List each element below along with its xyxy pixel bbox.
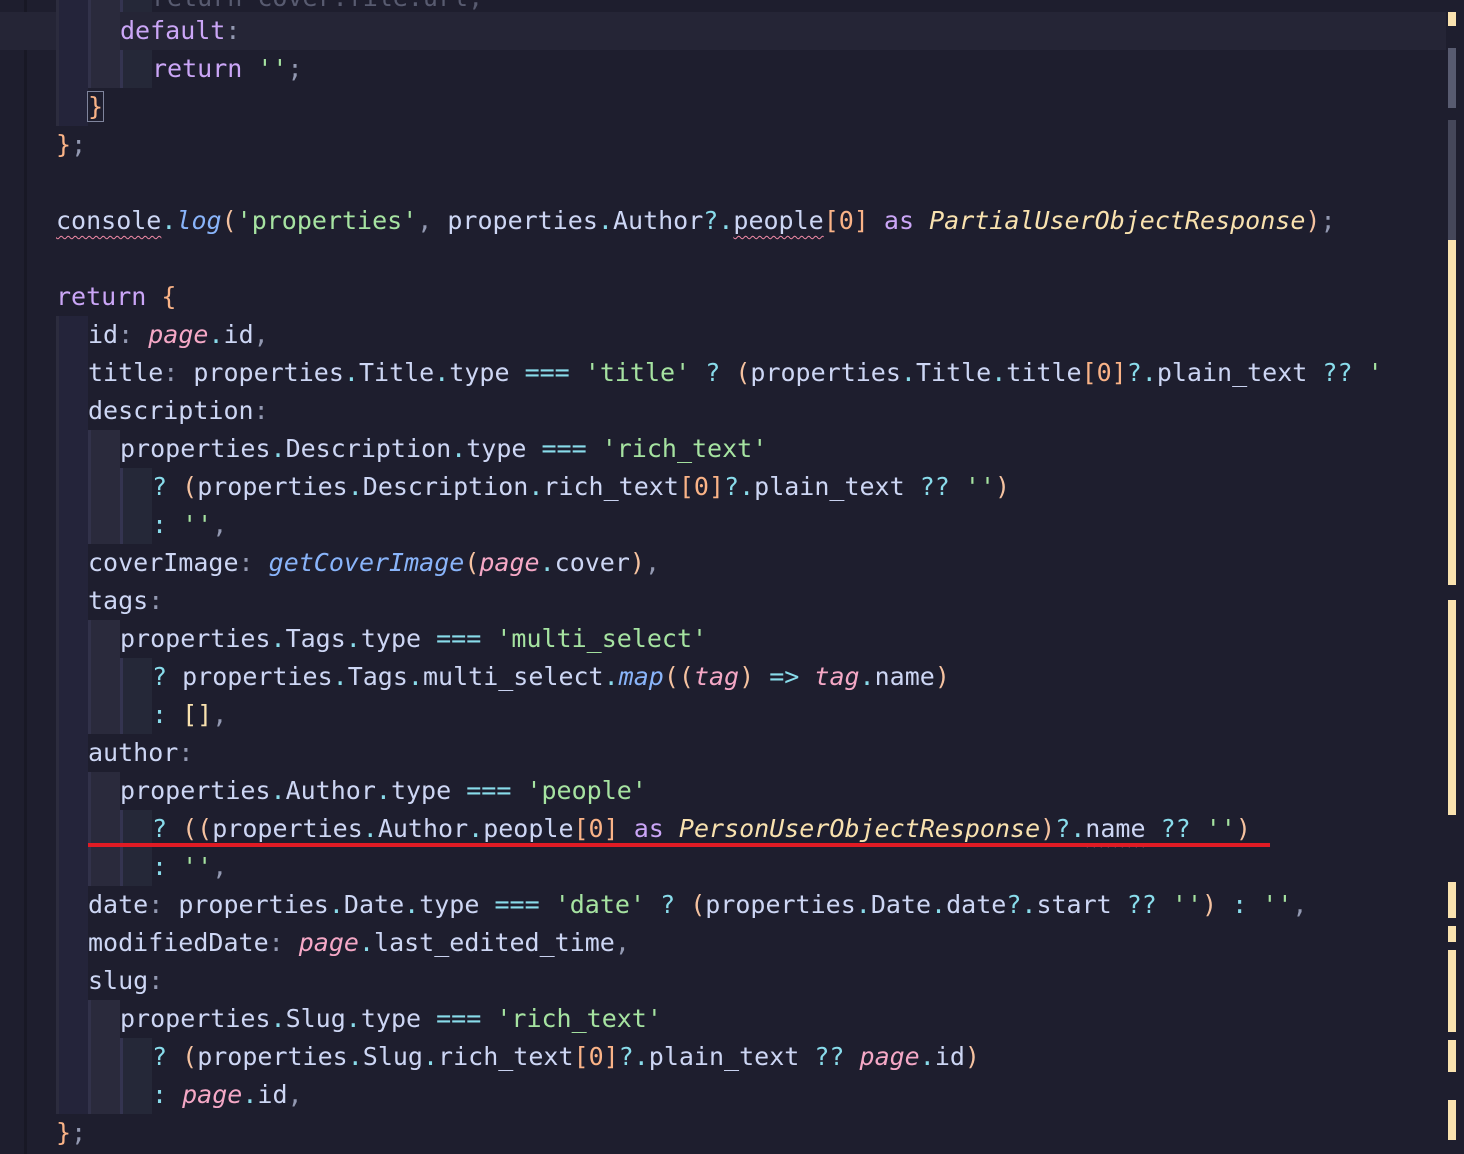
code-line[interactable]: return ''; (0, 50, 1446, 88)
code-line[interactable]: : page.id, (0, 1076, 1446, 1114)
overview-marker (1448, 950, 1456, 1032)
overview-marker (1448, 882, 1456, 918)
code-line[interactable]: properties.Author.type === 'people' (0, 772, 1446, 810)
code-line[interactable]: ? (properties.Description.rich_text[0]?.… (0, 468, 1446, 506)
code-line[interactable]: console.log('properties', properties.Aut… (0, 202, 1446, 240)
code-line[interactable]: : '', (0, 506, 1446, 544)
code-line[interactable]: }; (0, 1114, 1446, 1152)
code-line[interactable]: : '', (0, 848, 1446, 886)
code-line[interactable]: modifiedDate: page.last_edited_time, (0, 924, 1446, 962)
code-line[interactable]: description: (0, 392, 1446, 430)
scrollbar-thumb[interactable] (1448, 48, 1456, 108)
code-line[interactable]: return { (0, 278, 1446, 316)
overview-marker (1448, 600, 1456, 815)
code-line[interactable]: properties.Description.type === 'rich_te… (0, 430, 1446, 468)
overview-marker (1448, 1100, 1456, 1140)
code-line[interactable]: } (0, 88, 1446, 126)
code-editor[interactable]: return cover.file.url; default: return '… (0, 0, 1446, 1154)
code-line[interactable]: properties.Tags.type === 'multi_select' (0, 620, 1446, 658)
annotation-underline (88, 843, 1270, 847)
code-line[interactable]: slug: (0, 962, 1446, 1000)
overview-marker (1448, 1040, 1456, 1072)
code-line[interactable]: ? properties.Tags.multi_select.map((tag)… (0, 658, 1446, 696)
code-line-current[interactable]: default: (0, 12, 1446, 50)
code-line[interactable]: date: properties.Date.type === 'date' ? … (0, 886, 1446, 924)
code-text: return cover.file.url; (152, 0, 483, 12)
code-line[interactable]: }; (0, 126, 1446, 164)
code-line[interactable]: properties.Slug.type === 'rich_text' (0, 1000, 1446, 1038)
code-line[interactable]: id: page.id, (0, 316, 1446, 354)
overview-marker (1448, 926, 1456, 942)
code-line[interactable]: : [], (0, 696, 1446, 734)
overview-marker (1448, 12, 1456, 26)
code-line[interactable]: title: properties.Title.type === 'title'… (0, 354, 1446, 392)
code-line[interactable]: tags: (0, 582, 1446, 620)
overview-marker (1448, 240, 1456, 585)
code-line[interactable]: author: (0, 734, 1446, 772)
code-line[interactable]: ? (properties.Slug.rich_text[0]?.plain_t… (0, 1038, 1446, 1076)
code-line[interactable]: coverImage: getCoverImage(page.cover), (0, 544, 1446, 582)
